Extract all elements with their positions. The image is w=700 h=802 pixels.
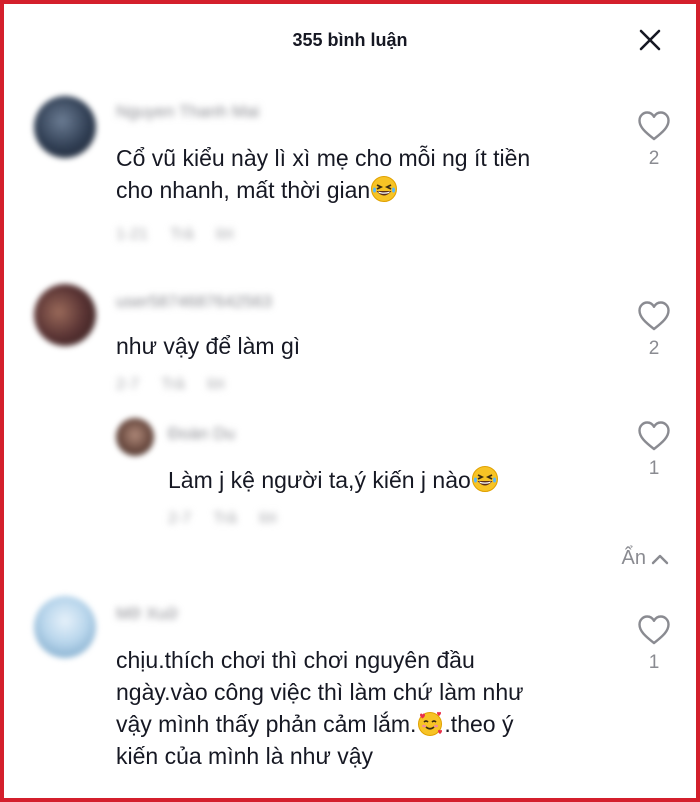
avatar[interactable] bbox=[34, 596, 96, 658]
like-count: 2 bbox=[648, 148, 660, 169]
comments-panel: 355 bình luận Nguyen Thanh Mai Cổ vũ kiể… bbox=[0, 0, 700, 802]
comment-text-line: kiến của mình là như vậy bbox=[116, 743, 374, 769]
comment-text-line: chịu.thích chơi thì chơi nguyên đầu bbox=[116, 647, 475, 673]
avatar[interactable] bbox=[34, 284, 96, 346]
like-count: 1 bbox=[648, 458, 660, 479]
close-icon[interactable] bbox=[636, 26, 664, 54]
laughing-emoji-icon bbox=[370, 175, 398, 203]
comment-text-segment: cho nhanh, mất thời gian bbox=[116, 177, 371, 203]
heart-icon bbox=[638, 301, 670, 331]
comment-text-line: ngày.vào công việc thì làm chứ làm như bbox=[116, 679, 524, 705]
avatar[interactable] bbox=[116, 418, 154, 456]
smiling-hearts-emoji-icon bbox=[416, 709, 444, 737]
like-button[interactable]: 1 bbox=[634, 614, 674, 674]
comment-text-segment: vậy mình thấy phản cảm lắm. bbox=[116, 711, 417, 737]
hide-replies-label: Ẩn bbox=[621, 547, 646, 569]
comment-text: như vậy để làm gì bbox=[116, 333, 301, 359]
reply-meta: 2-7 Trả lời bbox=[168, 510, 277, 527]
comment-text: Cổ vũ kiểu này lì xì mẹ cho mỗi ng ít ti… bbox=[116, 142, 616, 206]
laughing-emoji-icon bbox=[471, 465, 499, 493]
comment-text: chịu.thích chơi thì chơi nguyên đầu ngày… bbox=[116, 644, 616, 772]
heart-icon bbox=[638, 615, 670, 645]
comment-meta: 1-21 Trả lời bbox=[116, 226, 234, 243]
hide-replies-button[interactable]: Ẩn bbox=[622, 547, 670, 570]
comment-text-line: cho nhanh, mất thời gian bbox=[116, 174, 616, 206]
comments-count-title: 355 bình luận bbox=[292, 30, 408, 50]
comment-text-segment: .theo ý bbox=[444, 711, 514, 737]
heart-icon bbox=[638, 111, 670, 141]
reply-text: Làm j kệ người ta,ý kiến j nào bbox=[168, 464, 608, 496]
like-button[interactable]: 2 bbox=[634, 300, 674, 360]
like-button[interactable]: 1 bbox=[634, 420, 674, 480]
comment-username[interactable]: Mỡ Xuữ bbox=[116, 604, 178, 624]
chevron-up-icon bbox=[651, 554, 669, 564]
like-count: 2 bbox=[648, 338, 660, 359]
reply-text-segment: Làm j kệ người ta,ý kiến j nào bbox=[168, 467, 471, 493]
comment-meta: 2-7 Trả lời bbox=[116, 376, 225, 393]
heart-icon bbox=[638, 421, 670, 451]
comment-text-line: Cổ vũ kiểu này lì xì mẹ cho mỗi ng ít ti… bbox=[116, 145, 531, 171]
avatar[interactable] bbox=[34, 96, 96, 158]
comment-username[interactable]: user5874687642563 bbox=[116, 292, 272, 312]
comments-header: 355 bình luận bbox=[4, 4, 696, 80]
comment-text-line: vậy mình thấy phản cảm lắm. .theo ý bbox=[116, 708, 616, 740]
comment-username[interactable]: Nguyen Thanh Mai bbox=[116, 102, 259, 122]
reply-username[interactable]: Đoàn Du bbox=[168, 424, 235, 444]
like-count: 1 bbox=[648, 652, 660, 673]
like-button[interactable]: 2 bbox=[634, 110, 674, 170]
